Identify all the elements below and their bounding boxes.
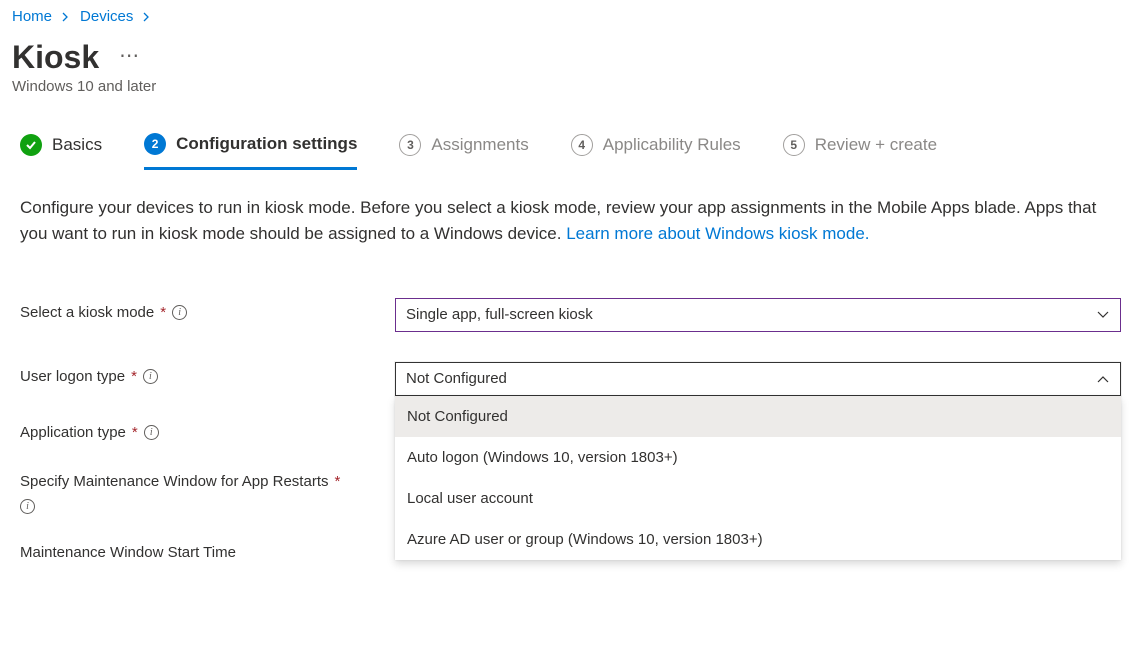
breadcrumb-home[interactable]: Home xyxy=(12,8,52,25)
field-label: User logon type xyxy=(20,368,125,385)
page-subtitle: Windows 10 and later xyxy=(0,76,1141,95)
field-label: Select a kiosk mode xyxy=(20,304,154,321)
description-text: Configure your devices to run in kiosk m… xyxy=(20,195,1100,248)
info-icon[interactable]: i xyxy=(172,305,187,320)
step-review-create[interactable]: 5 Review + create xyxy=(783,134,937,168)
step-label: Configuration settings xyxy=(176,134,357,154)
field-label: Application type xyxy=(20,424,126,441)
check-icon xyxy=(20,134,42,156)
step-basics[interactable]: Basics xyxy=(20,134,102,168)
step-label: Applicability Rules xyxy=(603,135,741,155)
required-indicator: * xyxy=(131,368,137,385)
user-logon-type-dropdown: Not Configured Auto logon (Windows 10, v… xyxy=(395,396,1121,560)
step-applicability-rules[interactable]: 4 Applicability Rules xyxy=(571,134,741,168)
step-label: Basics xyxy=(52,135,102,155)
dropdown-option[interactable]: Auto logon (Windows 10, version 1803+) xyxy=(395,437,1121,478)
wizard-steps: Basics 2 Configuration settings 3 Assign… xyxy=(0,95,1141,169)
kiosk-mode-select[interactable]: Single app, full-screen kiosk xyxy=(395,298,1121,332)
chevron-right-icon xyxy=(62,9,70,25)
required-indicator: * xyxy=(160,304,166,321)
step-label: Assignments xyxy=(431,135,528,155)
chevron-down-icon xyxy=(1096,308,1110,322)
dropdown-option[interactable]: Local user account xyxy=(395,478,1121,519)
step-label: Review + create xyxy=(815,135,937,155)
page-header: Kiosk ⋯ xyxy=(0,29,1141,76)
required-indicator: * xyxy=(132,424,138,441)
step-number-icon: 2 xyxy=(144,133,166,155)
breadcrumb: Home Devices xyxy=(0,0,1141,29)
select-value: Not Configured xyxy=(406,370,507,387)
dropdown-option[interactable]: Azure AD user or group (Windows 10, vers… xyxy=(395,519,1121,560)
info-icon[interactable]: i xyxy=(144,425,159,440)
select-value: Single app, full-screen kiosk xyxy=(406,306,593,323)
step-number-icon: 3 xyxy=(399,134,421,156)
info-icon[interactable]: i xyxy=(143,369,158,384)
field-user-logon-type: User logon type * i Not Configured Not C… xyxy=(20,362,1121,396)
page-title: Kiosk xyxy=(12,39,99,76)
more-actions-button[interactable]: ⋯ xyxy=(119,43,141,68)
field-kiosk-mode: Select a kiosk mode * i Single app, full… xyxy=(20,298,1121,332)
breadcrumb-devices[interactable]: Devices xyxy=(80,8,133,25)
chevron-up-icon xyxy=(1096,372,1110,386)
info-icon[interactable]: i xyxy=(20,499,35,514)
field-label: Maintenance Window Start Time xyxy=(20,544,236,561)
learn-more-link[interactable]: Learn more about Windows kiosk mode. xyxy=(566,224,869,243)
required-indicator: * xyxy=(334,471,340,494)
step-configuration-settings[interactable]: 2 Configuration settings xyxy=(144,133,357,170)
dropdown-option[interactable]: Not Configured xyxy=(395,396,1121,437)
step-assignments[interactable]: 3 Assignments xyxy=(399,134,528,168)
step-number-icon: 4 xyxy=(571,134,593,156)
user-logon-type-select[interactable]: Not Configured xyxy=(395,362,1121,396)
step-number-icon: 5 xyxy=(783,134,805,156)
chevron-right-icon xyxy=(143,9,151,25)
field-label: Specify Maintenance Window for App Resta… xyxy=(20,471,328,494)
